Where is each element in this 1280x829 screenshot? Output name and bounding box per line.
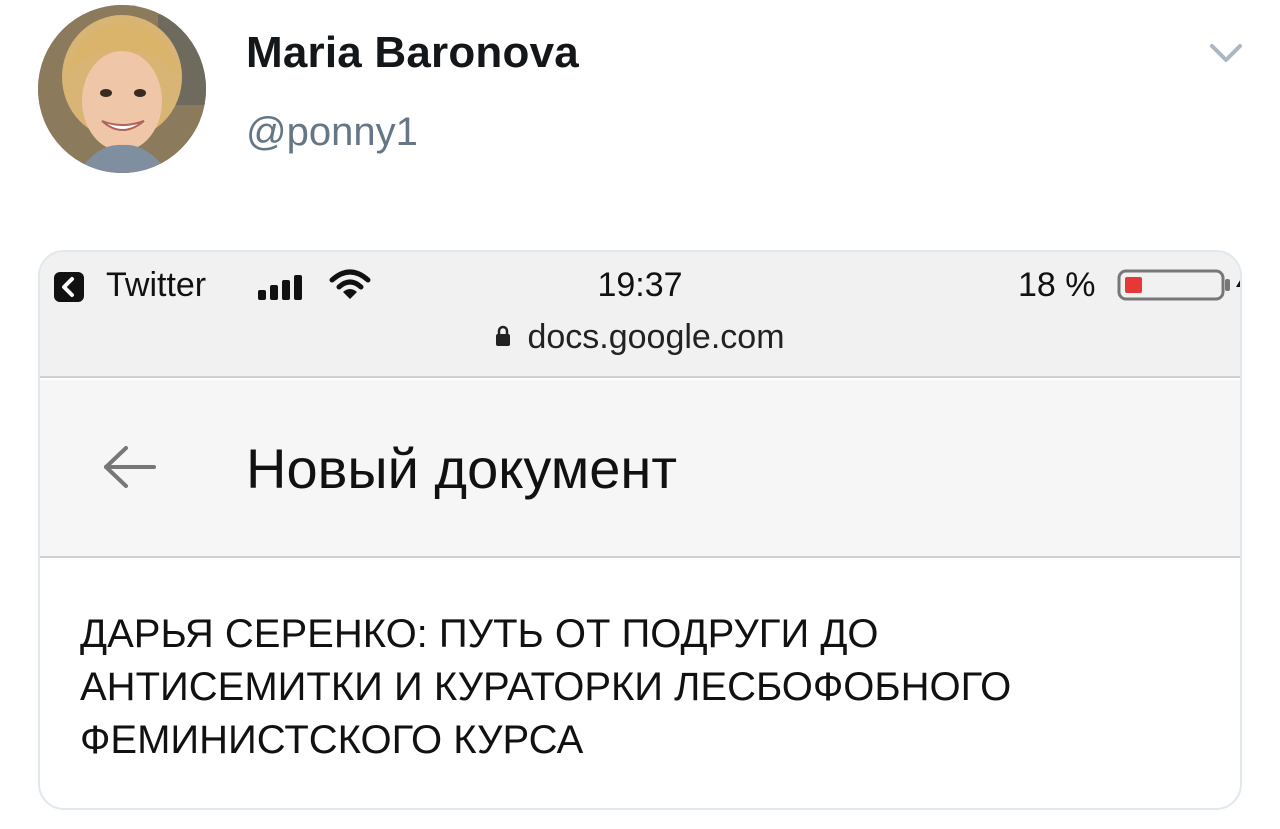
- battery-percent: 18 %: [1018, 266, 1096, 304]
- tweet-menu-button[interactable]: [1206, 36, 1246, 68]
- battery-icon: [1117, 269, 1240, 301]
- author-avatar[interactable]: [38, 5, 206, 173]
- lock-icon: [496, 325, 511, 347]
- document-body-text: ДАРЬЯ СЕРЕНКО: ПУТЬ ОТ ПОДРУГИ ДО АНТИСЕ…: [80, 608, 1220, 767]
- arrow-left-icon[interactable]: [102, 444, 158, 490]
- attached-screenshot-card[interactable]: Twitter 19:37 18 % docs.google.com Новый…: [38, 250, 1242, 810]
- author-handle[interactable]: @ponny1: [246, 110, 418, 155]
- phone-status-bar: Twitter 19:37 18 % docs.google.com: [40, 252, 1240, 378]
- author-name[interactable]: Maria Baronova: [246, 28, 579, 78]
- chevron-down-icon: [1210, 44, 1242, 62]
- document-title: Новый документ: [246, 437, 677, 500]
- document-line: АНТИСЕМИТКИ И КУРАТОРКИ ЛЕСБОФОБНОГО: [80, 665, 1012, 709]
- document-line: ДАРЬЯ СЕРЕНКО: ПУТЬ ОТ ПОДРУГИ ДО: [80, 612, 879, 656]
- document-line: ФЕМИНИСТСКОГО КУРСА: [80, 718, 584, 762]
- document-header: Новый документ: [40, 380, 1240, 558]
- url-bar[interactable]: docs.google.com: [40, 318, 1240, 357]
- user-avatar-photo-icon: [38, 5, 206, 173]
- url-text[interactable]: docs.google.com: [527, 318, 784, 356]
